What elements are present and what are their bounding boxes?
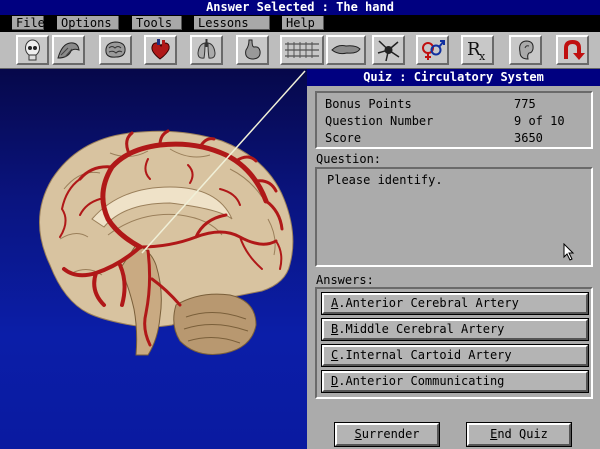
question-text: Please identify. (327, 173, 443, 187)
brain-icon (105, 41, 126, 58)
muscle-arm-icon (57, 42, 80, 59)
stomach-button[interactable] (236, 35, 269, 65)
surrender-button[interactable]: Surrender (334, 422, 440, 447)
menu-help[interactable]: Help (282, 16, 324, 30)
score-label: Score (325, 131, 362, 145)
question-label: Question: (316, 152, 382, 166)
muscle-button[interactable] (52, 35, 85, 65)
score-value: 3650 (514, 131, 543, 145)
nerves-button[interactable] (280, 35, 324, 65)
lungs-button[interactable] (190, 35, 223, 65)
menu-bar: File Options Tools Lessons Help (0, 15, 600, 32)
answer-button-a[interactable]: A.Anterior Cerebral Artery (321, 292, 589, 315)
gender-symbols-icon (422, 40, 445, 60)
brain-illustration[interactable] (0, 69, 307, 449)
pancreas-icon (331, 45, 361, 55)
window-title: Answer Selected : The hand (0, 0, 600, 15)
svg-text:x: x (479, 50, 486, 62)
heart-icon (151, 39, 170, 60)
return-button[interactable] (556, 35, 589, 65)
brain-button[interactable] (99, 35, 132, 65)
end-quiz-button[interactable]: End Quiz (466, 422, 572, 447)
answer-button-c[interactable]: C.Internal Cartoid Artery (321, 344, 589, 367)
quiz-title: Quiz : Circulatory System (307, 69, 600, 86)
mouse-cursor-icon (563, 243, 575, 261)
menu-options[interactable]: Options (57, 16, 119, 30)
gender-button[interactable] (416, 35, 449, 65)
bonus-points-value: 775 (514, 97, 536, 111)
stats-box: Bonus Points 775 Question Number 9 of 10… (315, 91, 593, 149)
heart-button[interactable] (144, 35, 177, 65)
bonus-points-label: Bonus Points (325, 97, 412, 111)
prescription-rx-icon: Rx (467, 39, 486, 62)
stomach-icon (245, 39, 261, 60)
nerves-icon (285, 42, 319, 58)
answer-button-d[interactable]: D.Anterior Communicating (321, 370, 589, 393)
question-number-label: Question Number (325, 114, 434, 128)
neuron-icon (377, 40, 400, 62)
toolbar: Rx (0, 32, 600, 69)
lungs-icon (197, 39, 216, 59)
question-box: Please identify. (315, 167, 593, 267)
skull-button[interactable] (16, 35, 49, 65)
ear-icon (519, 40, 534, 60)
prescription-button[interactable]: Rx (461, 35, 494, 65)
answer-button-b[interactable]: B.Middle Cerebral Artery (321, 318, 589, 341)
answers-box: A.Anterior Cerebral Artery B.Middle Cere… (315, 287, 593, 399)
ear-button[interactable] (509, 35, 542, 65)
menu-lessons[interactable]: Lessons (194, 16, 270, 30)
pancreas-button[interactable] (326, 35, 366, 65)
neuron-button[interactable] (372, 35, 405, 65)
answers-label: Answers: (316, 273, 374, 287)
question-number-value: 9 of 10 (514, 114, 565, 128)
skull-icon (25, 39, 40, 61)
quiz-panel: Quiz : Circulatory System Bonus Points 7… (307, 69, 600, 449)
return-arrow-icon (564, 39, 585, 60)
menu-tools[interactable]: Tools (132, 16, 182, 30)
menu-file[interactable]: File (12, 16, 45, 30)
anatomy-image-pane[interactable] (0, 69, 307, 449)
